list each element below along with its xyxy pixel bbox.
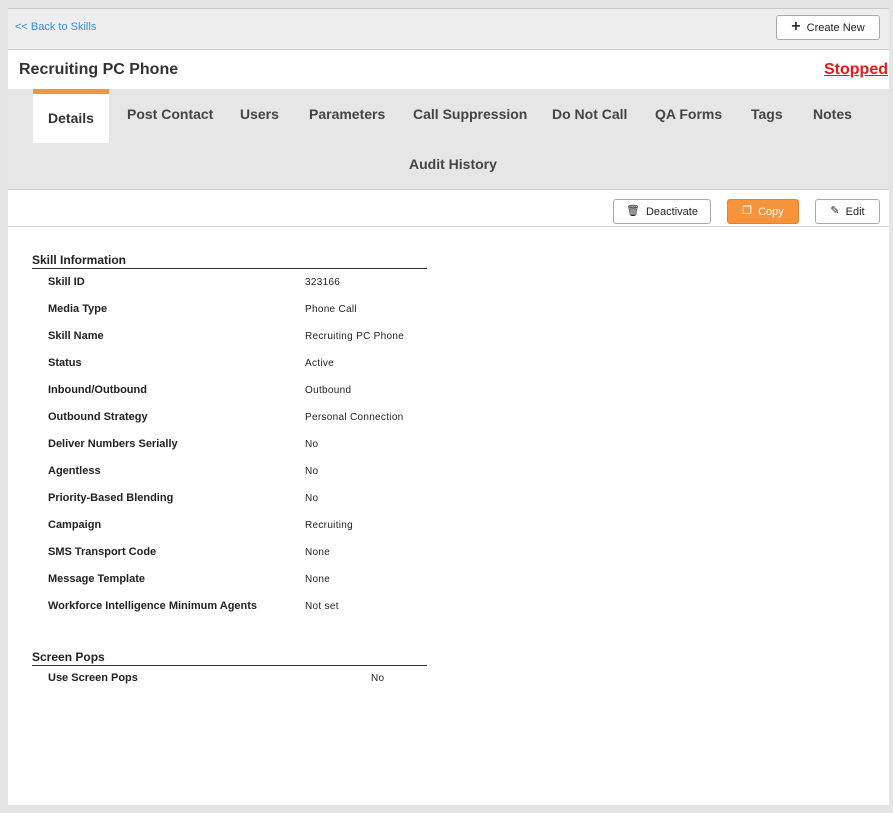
field-value: 323166 [305,277,341,288]
plus-icon: + [791,17,801,35]
action-bar: 🗑 Deactivate ❐ Copy ✎ Edit [8,191,889,227]
tab-users[interactable]: Users [240,106,279,122]
deactivate-button[interactable]: 🗑 Deactivate [613,199,711,224]
field-value: No [371,673,385,684]
tab-qa-forms[interactable]: QA Forms [655,106,722,122]
field-value: No [305,439,319,450]
field-label: Deliver Numbers Serially [48,438,178,450]
field-label: Message Template [48,573,146,585]
tab-parameters[interactable]: Parameters [309,106,385,122]
field-label: Inbound/Outbound [48,384,147,396]
field-value: No [305,493,319,504]
copy-icon: ❐ [742,205,753,217]
tab-notes[interactable]: Notes [813,106,852,122]
screen-pops-heading: Screen Pops [32,650,427,666]
field-label: Use Screen Pops [48,672,138,684]
tab-do-not-call[interactable]: Do Not Call [552,106,627,122]
field-label: Media Type [48,303,108,315]
create-new-button[interactable]: + Create New [776,15,880,40]
tabs-bar: Details Post Contact Users Parameters Ca… [8,89,889,190]
title-bar: Recruiting PC Phone Stopped [8,51,889,89]
create-new-label: Create New [806,21,865,34]
field-label: Priority-Based Blending [48,492,174,504]
skill-detail-page: << Back to Skills + Create New Recruitin… [8,8,889,805]
skill-information-heading: Skill Information [32,253,427,269]
field-value: Personal Connection [305,412,404,423]
field-value: Recruiting PC Phone [305,331,405,342]
edit-icon: ✎ [830,205,840,217]
field-label: Outbound Strategy [48,411,148,423]
field-label: Workforce Intelligence Minimum Agents [48,600,258,612]
tab-tags[interactable]: Tags [751,106,783,122]
top-bar: << Back to Skills + Create New [8,9,889,50]
tab-call-suppression[interactable]: Call Suppression [413,106,527,122]
status-stopped-link[interactable]: Stopped [824,61,888,79]
tab-audit-history[interactable]: Audit History [409,156,497,172]
field-label: Agentless [48,465,101,477]
field-value: Outbound [305,385,352,396]
deactivate-label: Deactivate [645,205,698,218]
field-value: Active [305,358,335,369]
edit-label: Edit [845,205,865,218]
field-value: Not set [305,601,339,612]
trash-icon: 🗑 [626,205,640,217]
field-label: Status [48,357,82,369]
back-to-skills-link[interactable]: << Back to Skills [15,21,96,33]
field-value: None [305,574,331,585]
field-value: None [305,547,331,558]
field-label: Skill ID [48,276,85,288]
edit-button[interactable]: ✎ Edit [815,199,880,224]
copy-label: Copy [758,205,784,218]
page-title: Recruiting PC Phone [19,61,179,78]
tab-details[interactable]: Details [33,89,109,143]
field-label: SMS Transport Code [48,546,157,558]
field-value: Recruiting [305,520,354,531]
field-value: No [305,466,319,477]
field-label: Skill Name [48,330,104,342]
field-value: Phone Call [305,304,357,315]
tab-post-contact[interactable]: Post Contact [127,106,213,122]
copy-button[interactable]: ❐ Copy [727,199,799,224]
field-label: Campaign [48,519,102,531]
